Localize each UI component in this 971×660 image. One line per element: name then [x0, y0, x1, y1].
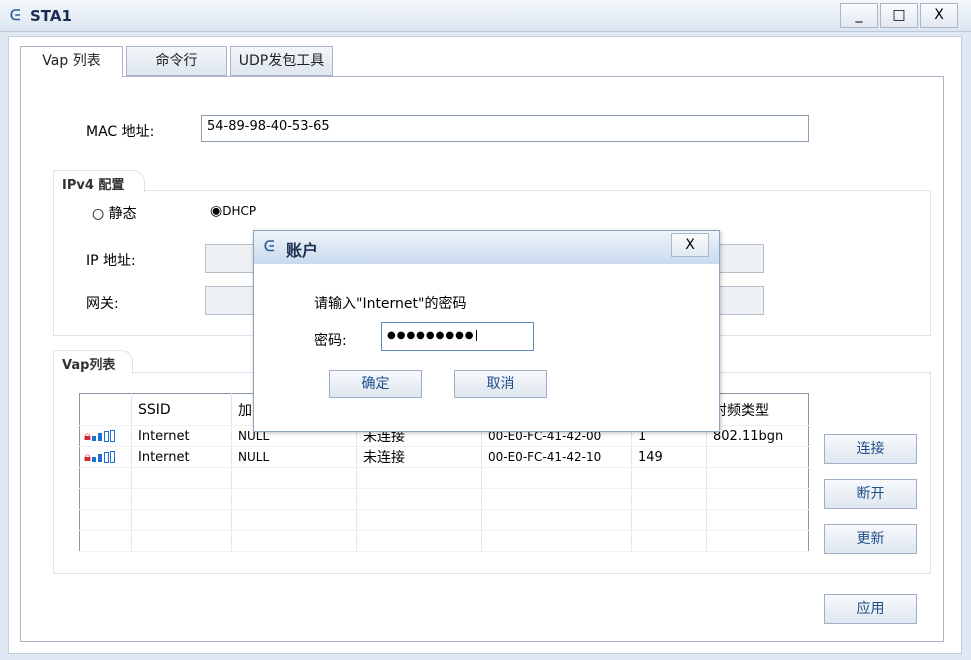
vap-group-title: Vap列表 [53, 350, 133, 374]
tab-command-line[interactable]: 命令行 [126, 46, 227, 76]
empty-row [79, 467, 809, 489]
cell-mac: 00-E0-FC-41-42-10 [481, 446, 632, 468]
static-radio[interactable]: ○ 静态 [92, 203, 137, 223]
apply-button[interactable]: 应用 [824, 594, 917, 624]
cell-encryption: NULL [231, 446, 357, 468]
dialog-title-bar: ᕮ 账户 X [254, 231, 719, 264]
cell-channel: 149 [631, 446, 707, 468]
refresh-button[interactable]: 更新 [824, 524, 917, 554]
tab-vap-list[interactable]: Vap 列表 [20, 46, 123, 77]
signal-icon [91, 430, 115, 442]
dialog-prompt: 请输入"Internet"的密码 [314, 296, 467, 312]
text-cursor [475, 330, 477, 341]
app-icon: ᕮ [10, 8, 21, 24]
dhcp-radio[interactable]: ◉DHCP [210, 203, 256, 219]
window-title: STA1 [30, 7, 72, 25]
close-button[interactable]: X [920, 3, 958, 28]
password-field[interactable]: ●●●●●●●●● [381, 322, 534, 351]
ipv4-group-title: IPv4 配置 [53, 170, 145, 193]
cancel-button[interactable]: 取消 [454, 370, 547, 398]
mac-label: MAC 地址: [86, 124, 155, 140]
tab-udp-tool[interactable]: UDP发包工具 [230, 46, 333, 76]
cell-ssid: Internet [131, 446, 232, 468]
col-ssid: SSID [131, 393, 232, 426]
cell-state: 未连接 [356, 446, 482, 468]
table-row[interactable]: 🔒︎ Internet NULL 未连接 00-E0-FC-41-42-10 1… [79, 446, 809, 468]
cell-radio [706, 446, 809, 468]
empty-row [79, 509, 809, 531]
col-radio: 射频类型 [706, 393, 809, 426]
connect-button[interactable]: 连接 [824, 434, 917, 464]
dhcp-label: DHCP [222, 204, 257, 218]
password-label: 密码: [314, 333, 347, 349]
password-value: ●●●●●●●●● [387, 330, 475, 341]
gateway-label: 网关: [86, 296, 119, 312]
cell-radio: 802.11bgn [706, 425, 809, 447]
disconnect-button[interactable]: 断开 [824, 479, 917, 509]
ok-button[interactable]: 确定 [329, 370, 422, 398]
lock-icon: 🔒︎ [84, 428, 91, 444]
col-icon [79, 393, 132, 426]
cell-ssid: Internet [131, 425, 232, 447]
dialog-close-button[interactable]: X [671, 233, 709, 257]
dialog-app-icon: ᕮ [264, 239, 275, 255]
title-bar: ᕮ STA1 _ □ X [0, 0, 971, 32]
minimize-button[interactable]: _ [840, 3, 878, 28]
signal-icon [91, 451, 115, 463]
mac-field[interactable]: 54-89-98-40-53-65 [201, 115, 809, 142]
maximize-button[interactable]: □ [880, 3, 918, 28]
ip-label: IP 地址: [86, 253, 136, 269]
empty-row [79, 488, 809, 510]
lock-icon: 🔒︎ [84, 449, 91, 465]
static-label: 静态 [108, 206, 137, 222]
empty-row [79, 530, 809, 552]
account-dialog: ᕮ 账户 X 请输入"Internet"的密码 密码: ●●●●●●●●● 确定… [253, 230, 720, 432]
dialog-title: 账户 [286, 241, 319, 260]
